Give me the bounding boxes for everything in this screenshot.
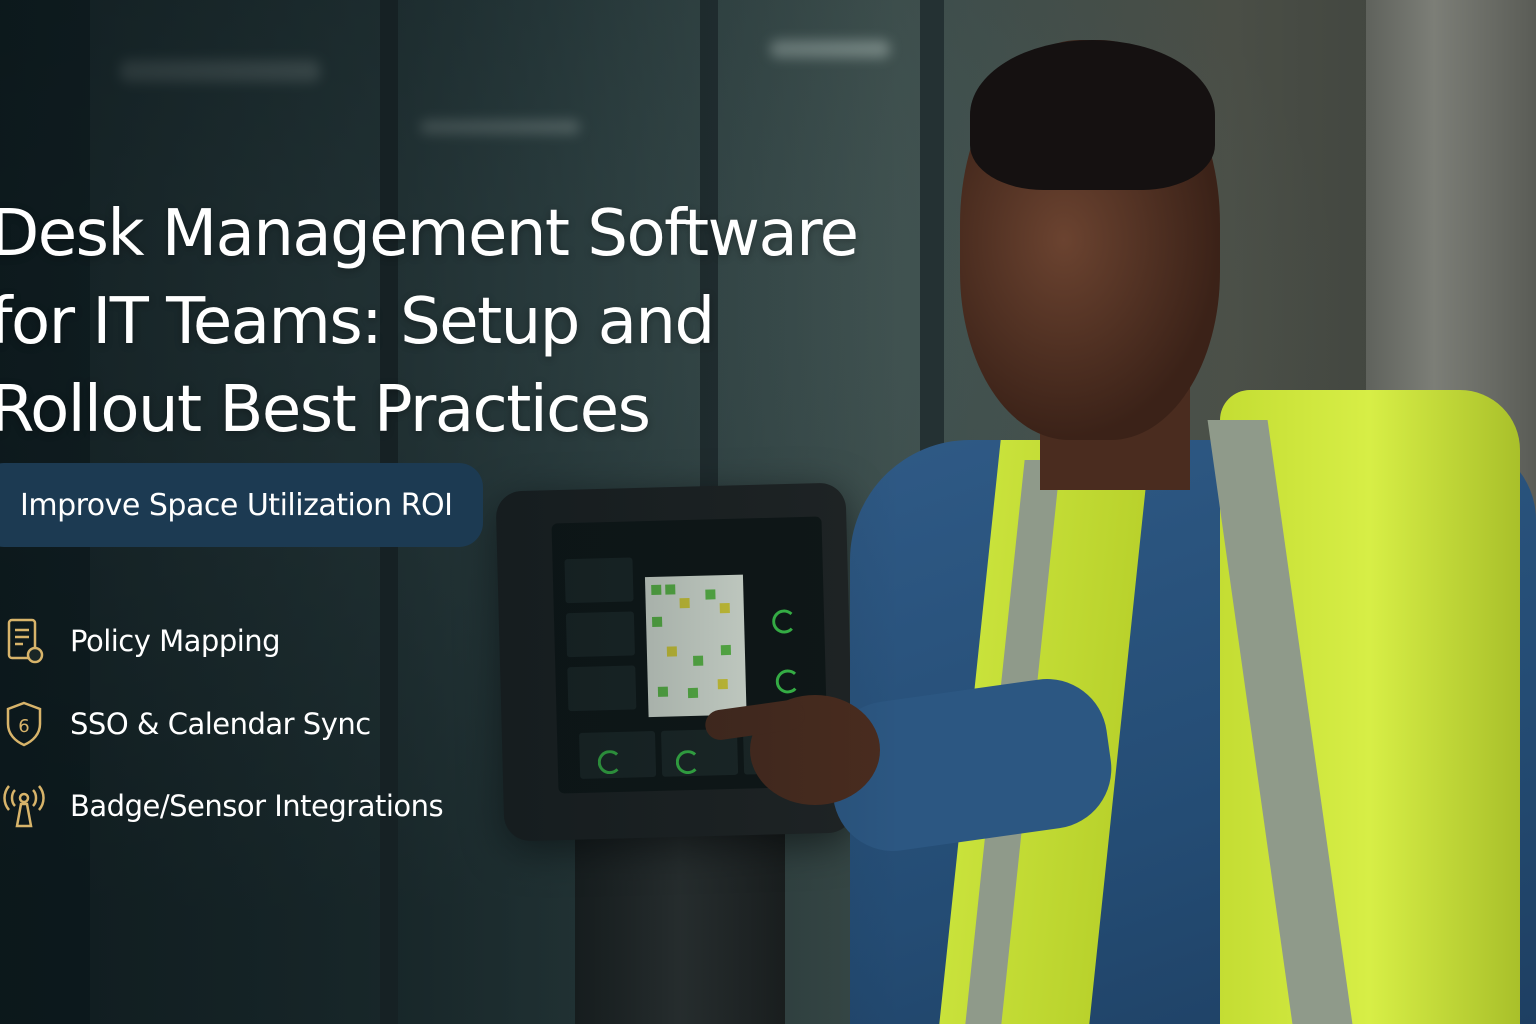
wireless-sensor-icon	[0, 782, 48, 830]
roi-pill-badge: Improve Space Utilization ROI	[0, 463, 483, 547]
shield-number: 6	[18, 716, 29, 737]
title-line: Desk Management Software	[0, 197, 859, 271]
feature-label: SSO & Calendar Sync	[70, 707, 371, 741]
shield-icon: 6	[0, 700, 48, 748]
feature-label: Badge/Sensor Integrations	[70, 789, 444, 823]
feature-label: Policy Mapping	[70, 624, 281, 658]
title-line: for IT Teams: Setup and	[0, 285, 715, 359]
document-checklist-icon	[0, 617, 48, 665]
title-line: Rollout Best Practices	[0, 373, 651, 447]
pill-label: Improve Space Utilization ROI	[20, 487, 453, 523]
technician-in-safety-vest	[703, 40, 1536, 1024]
feature-item-policy-mapping: Policy Mapping	[0, 617, 281, 665]
page-title: Desk Management Software for IT Teams: S…	[0, 190, 890, 454]
feature-item-badge-sensor: Badge/Sensor Integrations	[0, 782, 444, 830]
feature-item-sso-calendar: 6 SSO & Calendar Sync	[0, 700, 371, 748]
hair	[970, 40, 1215, 190]
